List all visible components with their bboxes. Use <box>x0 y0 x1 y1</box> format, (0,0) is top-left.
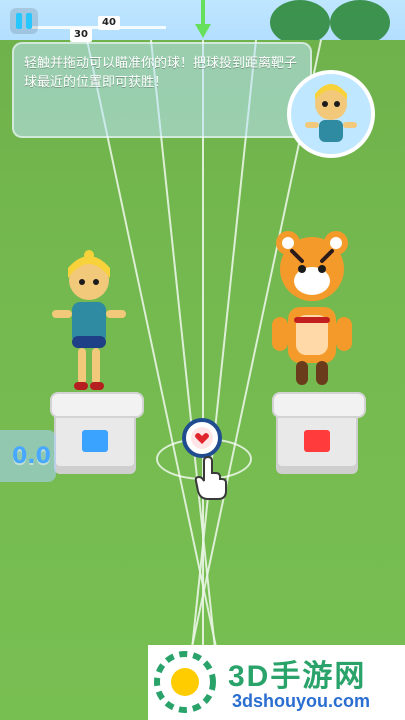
watermark-subtitle: 3dshouyou.com <box>232 691 371 711</box>
hint-text: 轻触并拖动可以瞄准你的球！把球投到距离靶子球最近的位置即可获胜！ <box>24 56 298 90</box>
watermark-banner: 3D手游网 3dshouyou.com <box>148 645 405 720</box>
pedestal-top <box>50 392 144 418</box>
pedestal-right <box>272 392 366 468</box>
lane-line <box>202 40 204 720</box>
score-value: 0.0 <box>12 444 51 469</box>
tiger-character <box>262 225 362 399</box>
tree <box>270 0 330 45</box>
pause-icon <box>26 13 32 29</box>
game-scene[interactable]: 30 40 轻触并拖动可以瞄准你的球！把球投到距离靶子球最近的位置即可获胜！ 0… <box>0 0 405 720</box>
ball-core <box>191 427 213 449</box>
distance-meter: 30 40 <box>26 16 166 42</box>
player-ball[interactable] <box>182 418 222 458</box>
down-arrow-icon <box>195 0 211 38</box>
meter-right-tag: 40 <box>98 16 120 30</box>
heart-icon <box>195 433 209 444</box>
watermark-title: 3D手游网 <box>228 660 367 693</box>
avatar-character <box>305 84 357 142</box>
hand-pointer-icon <box>194 455 227 500</box>
pause-icon <box>16 13 22 29</box>
tree <box>330 0 390 45</box>
pedestal-face-left <box>82 430 108 452</box>
pedestal-left <box>50 392 144 468</box>
pause-button[interactable] <box>10 8 38 34</box>
player-avatar <box>287 70 375 158</box>
meter-bar <box>26 26 166 29</box>
pedestal-top <box>272 392 366 418</box>
pedestal-face-right <box>304 430 330 452</box>
doll-character <box>44 250 134 404</box>
hint-panel: 轻触并拖动可以瞄准你的球！把球投到距离靶子球最近的位置即可获胜！ <box>12 42 312 138</box>
meter-left-tag: 30 <box>70 28 92 42</box>
logo-icon <box>154 651 216 713</box>
